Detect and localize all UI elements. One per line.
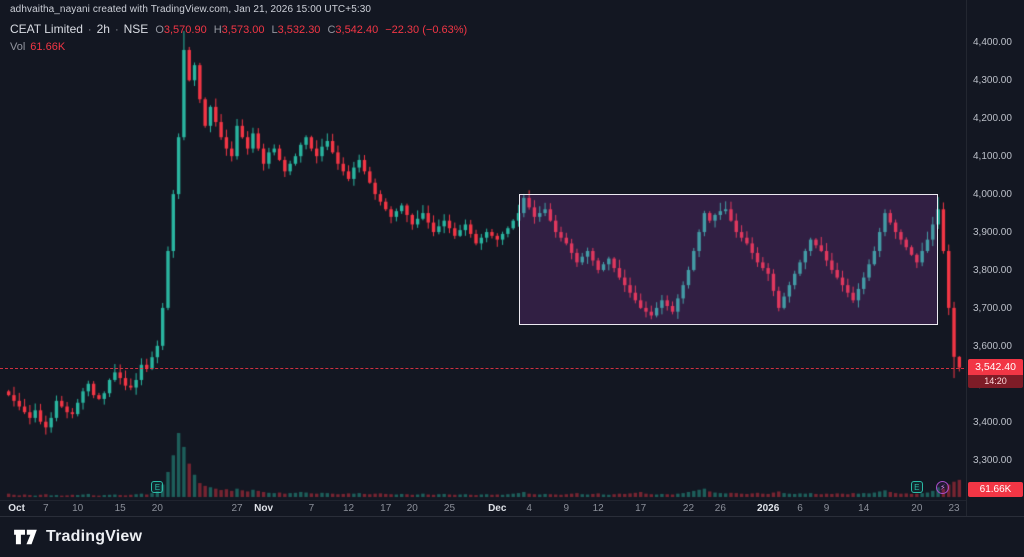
- earnings-icon[interactable]: E: [911, 481, 923, 493]
- tradingview-logo[interactable]: TradingView: [12, 527, 142, 547]
- close-value: C3,542.40: [327, 23, 378, 38]
- time-tick-label: 22: [683, 503, 694, 514]
- legend-volume-row: Vol 61.66K: [10, 40, 467, 55]
- rectangle-drawing[interactable]: [519, 194, 939, 325]
- time-tick-label: 12: [593, 503, 604, 514]
- price-tick-label: 4,000.00: [973, 189, 1012, 200]
- time-tick-label: 12: [343, 503, 354, 514]
- time-tick-label: 7: [309, 503, 315, 514]
- low-value: L3,532.30: [271, 23, 320, 38]
- time-tick-label: 17: [635, 503, 646, 514]
- time-tick-label: 26: [715, 503, 726, 514]
- time-tick-label: 2026: [757, 503, 779, 514]
- time-tick-label: 9: [564, 503, 570, 514]
- time-tick-label: 17: [380, 503, 391, 514]
- legend-separator: ·: [115, 23, 119, 38]
- bar-countdown: 14:20: [968, 375, 1023, 388]
- exchange-label[interactable]: NSE: [124, 22, 149, 37]
- time-tick-label: 23: [948, 503, 959, 514]
- earnings-icon[interactable]: E: [151, 481, 163, 493]
- symbol-name[interactable]: CEAT Limited: [10, 22, 83, 37]
- time-tick-label: Nov: [254, 503, 273, 514]
- time-tick-label: 10: [72, 503, 83, 514]
- legend-separator: ·: [88, 23, 92, 38]
- time-tick-label: 20: [911, 503, 922, 514]
- time-tick-label: 6: [797, 503, 803, 514]
- price-tick-label: 4,300.00: [973, 75, 1012, 86]
- price-tick-label: 3,900.00: [973, 227, 1012, 238]
- time-tick-label: 20: [152, 503, 163, 514]
- price-tick-label: 3,800.00: [973, 265, 1012, 276]
- tradingview-chart-window: adhvaitha_nayani created with TradingVie…: [0, 0, 1024, 557]
- price-tick-label: 3,400.00: [973, 417, 1012, 428]
- time-tick-label: 27: [231, 503, 242, 514]
- volume-badge: 61.66K: [968, 482, 1023, 497]
- price-axis[interactable]: 3,300.003,400.003,500.003,600.003,700.00…: [966, 0, 1024, 516]
- price-tick-label: 3,300.00: [973, 455, 1012, 466]
- time-tick-label: 7: [43, 503, 49, 514]
- volume-value: 61.66K: [30, 40, 65, 55]
- time-tick-label: 14: [858, 503, 869, 514]
- price-tick-label: 4,400.00: [973, 37, 1012, 48]
- time-tick-label: Dec: [488, 503, 506, 514]
- time-tick-label: Oct: [8, 503, 25, 514]
- price-tick-label: 3,600.00: [973, 341, 1012, 352]
- time-tick-label: 9: [824, 503, 830, 514]
- price-tick-label: 4,200.00: [973, 113, 1012, 124]
- volume-label: Vol: [10, 40, 25, 55]
- footer-bar: TradingView: [0, 516, 1024, 557]
- time-tick-label: 25: [444, 503, 455, 514]
- price-tick-label: 3,700.00: [973, 303, 1012, 314]
- time-axis[interactable]: Oct710152027Nov712172025Dec4912172226202…: [0, 500, 966, 517]
- time-tick-label: 15: [115, 503, 126, 514]
- attribution-text: adhvaitha_nayani created with TradingVie…: [10, 4, 371, 15]
- tradingview-wordmark: TradingView: [46, 528, 142, 546]
- tradingview-logo-icon: [12, 527, 38, 547]
- last-price-badge: 3,542.40 14:20: [968, 359, 1023, 388]
- last-price-value: 3,542.40: [968, 359, 1023, 375]
- symbol-legend: CEAT Limited · 2h · NSE O3,570.90 H3,573…: [10, 22, 467, 55]
- change-value: −22.30 (−0.63%): [385, 23, 467, 38]
- current-price-line: [0, 368, 964, 369]
- time-tick-label: 4: [526, 503, 532, 514]
- price-tick-label: 4,100.00: [973, 151, 1012, 162]
- time-tick-label: 20: [407, 503, 418, 514]
- legend-main-row: CEAT Limited · 2h · NSE O3,570.90 H3,573…: [10, 22, 467, 38]
- high-value: H3,573.00: [214, 23, 265, 38]
- interval-label[interactable]: 2h: [97, 22, 110, 37]
- open-value: O3,570.90: [155, 23, 206, 38]
